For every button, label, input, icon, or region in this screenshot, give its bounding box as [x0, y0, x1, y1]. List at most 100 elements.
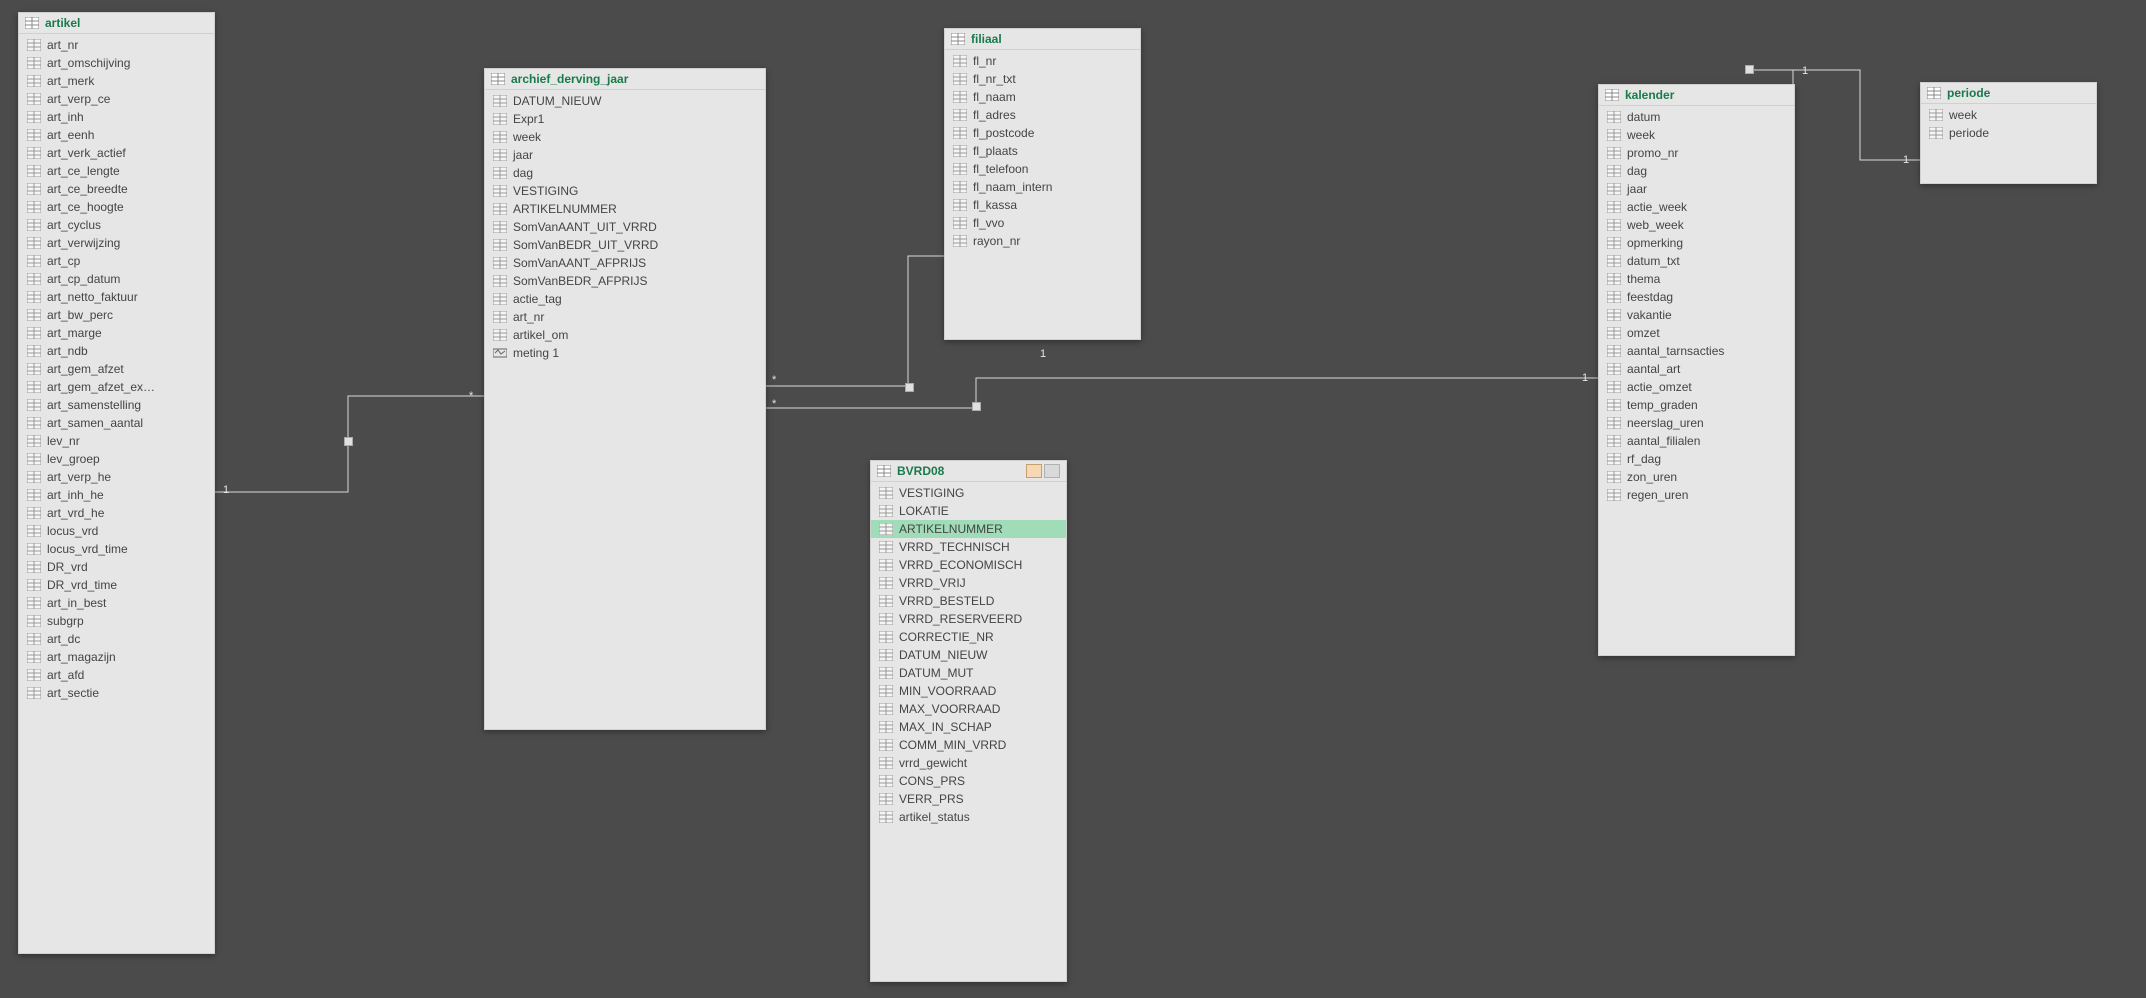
- field-row[interactable]: SomVanAANT_UIT_VRRD: [485, 218, 765, 236]
- relationship-handle[interactable]: [905, 383, 914, 392]
- field-row[interactable]: CORRECTIE_NR: [871, 628, 1066, 646]
- field-row[interactable]: fl_kassa: [945, 196, 1140, 214]
- field-row[interactable]: art_bw_perc: [19, 306, 214, 324]
- field-row[interactable]: SomVanAANT_AFPRIJS: [485, 254, 765, 272]
- relationship-handle[interactable]: [344, 437, 353, 446]
- field-row[interactable]: artikel_status: [871, 808, 1066, 826]
- table-header-bvrd08[interactable]: BVRD08: [871, 461, 1066, 482]
- field-row[interactable]: dag: [1599, 162, 1794, 180]
- field-row[interactable]: subgrp: [19, 612, 214, 630]
- table-header-periode[interactable]: periode: [1921, 83, 2096, 104]
- field-row[interactable]: fl_nr_txt: [945, 70, 1140, 88]
- field-row[interactable]: art_verp_he: [19, 468, 214, 486]
- field-row[interactable]: art_nr: [19, 36, 214, 54]
- field-row[interactable]: art_vrd_he: [19, 504, 214, 522]
- field-row[interactable]: omzet: [1599, 324, 1794, 342]
- field-row[interactable]: DATUM_NIEUW: [871, 646, 1066, 664]
- field-row[interactable]: dag: [485, 164, 765, 182]
- field-row[interactable]: opmerking: [1599, 234, 1794, 252]
- field-row[interactable]: art_gem_afzet_ex…: [19, 378, 214, 396]
- table-kalender[interactable]: kalenderdatumweekpromo_nrdagjaaractie_we…: [1598, 84, 1795, 656]
- table-archief[interactable]: archief_derving_jaarDATUM_NIEUWExpr1week…: [484, 68, 766, 730]
- field-row[interactable]: thema: [1599, 270, 1794, 288]
- field-row[interactable]: art_magazijn: [19, 648, 214, 666]
- field-row[interactable]: art_samenstelling: [19, 396, 214, 414]
- field-row[interactable]: VESTIGING: [485, 182, 765, 200]
- field-row[interactable]: art_marge: [19, 324, 214, 342]
- relationship-handle[interactable]: [972, 402, 981, 411]
- field-row[interactable]: fl_plaats: [945, 142, 1140, 160]
- relationship-handle[interactable]: [1745, 65, 1754, 74]
- table-periode[interactable]: periodeweekperiode: [1920, 82, 2097, 184]
- field-row[interactable]: DR_vrd_time: [19, 576, 214, 594]
- field-row[interactable]: datum_txt: [1599, 252, 1794, 270]
- field-row[interactable]: lev_nr: [19, 432, 214, 450]
- field-row[interactable]: artikel_om: [485, 326, 765, 344]
- field-row[interactable]: art_netto_faktuur: [19, 288, 214, 306]
- field-row[interactable]: fl_vvo: [945, 214, 1140, 232]
- field-row[interactable]: VRRD_TECHNISCH: [871, 538, 1066, 556]
- field-row[interactable]: art_verwijzing: [19, 234, 214, 252]
- field-row[interactable]: Expr1: [485, 110, 765, 128]
- field-row[interactable]: VERR_PRS: [871, 790, 1066, 808]
- table-bvrd08[interactable]: BVRD08VESTIGINGLOKATIEARTIKELNUMMERVRRD_…: [870, 460, 1067, 982]
- field-row[interactable]: art_eenh: [19, 126, 214, 144]
- table-header-kalender[interactable]: kalender: [1599, 85, 1794, 106]
- field-row[interactable]: fl_postcode: [945, 124, 1140, 142]
- field-row[interactable]: neerslag_uren: [1599, 414, 1794, 432]
- field-row[interactable]: art_sectie: [19, 684, 214, 702]
- field-row[interactable]: art_ce_lengte: [19, 162, 214, 180]
- field-row[interactable]: aantal_tarnsacties: [1599, 342, 1794, 360]
- field-row[interactable]: art_inh: [19, 108, 214, 126]
- field-row[interactable]: locus_vrd: [19, 522, 214, 540]
- field-row[interactable]: regen_uren: [1599, 486, 1794, 504]
- field-row[interactable]: rayon_nr: [945, 232, 1140, 250]
- field-row[interactable]: actie_omzet: [1599, 378, 1794, 396]
- field-row[interactable]: art_cp: [19, 252, 214, 270]
- field-row[interactable]: art_omschijving: [19, 54, 214, 72]
- field-row[interactable]: week: [485, 128, 765, 146]
- field-row[interactable]: art_gem_afzet: [19, 360, 214, 378]
- table-option-button[interactable]: [1044, 464, 1060, 478]
- field-row[interactable]: art_in_best: [19, 594, 214, 612]
- field-row[interactable]: vrrd_gewicht: [871, 754, 1066, 772]
- table-header-filiaal[interactable]: filiaal: [945, 29, 1140, 50]
- field-row[interactable]: aantal_art: [1599, 360, 1794, 378]
- field-row[interactable]: periode: [1921, 124, 2096, 142]
- field-row[interactable]: VRRD_RESERVEERD: [871, 610, 1066, 628]
- field-row[interactable]: SomVanBEDR_UIT_VRRD: [485, 236, 765, 254]
- field-row[interactable]: fl_nr: [945, 52, 1140, 70]
- table-field-list[interactable]: fl_nrfl_nr_txtfl_naamfl_adresfl_postcode…: [945, 50, 1140, 339]
- field-row[interactable]: VRRD_ECONOMISCH: [871, 556, 1066, 574]
- field-row[interactable]: fl_telefoon: [945, 160, 1140, 178]
- field-row[interactable]: aantal_filialen: [1599, 432, 1794, 450]
- field-row[interactable]: fl_naam_intern: [945, 178, 1140, 196]
- field-row[interactable]: art_cyclus: [19, 216, 214, 234]
- field-row[interactable]: DATUM_MUT: [871, 664, 1066, 682]
- field-row[interactable]: art_dc: [19, 630, 214, 648]
- field-row[interactable]: art_samen_aantal: [19, 414, 214, 432]
- field-row[interactable]: art_ce_breedte: [19, 180, 214, 198]
- table-filiaal[interactable]: filiaalfl_nrfl_nr_txtfl_naamfl_adresfl_p…: [944, 28, 1141, 340]
- field-row[interactable]: art_ndb: [19, 342, 214, 360]
- field-row[interactable]: art_verp_ce: [19, 90, 214, 108]
- field-row[interactable]: actie_tag: [485, 290, 765, 308]
- field-row[interactable]: art_afd: [19, 666, 214, 684]
- field-row[interactable]: week: [1921, 106, 2096, 124]
- field-row[interactable]: jaar: [485, 146, 765, 164]
- field-row[interactable]: lev_groep: [19, 450, 214, 468]
- field-row[interactable]: feestdag: [1599, 288, 1794, 306]
- diagram-canvas[interactable]: artikelart_nrart_omschijvingart_merkart_…: [0, 0, 2146, 998]
- table-field-list[interactable]: art_nrart_omschijvingart_merkart_verp_ce…: [19, 34, 214, 953]
- field-row[interactable]: art_cp_datum: [19, 270, 214, 288]
- field-row[interactable]: LOKATIE: [871, 502, 1066, 520]
- field-row[interactable]: CONS_PRS: [871, 772, 1066, 790]
- field-row[interactable]: ARTIKELNUMMER: [871, 520, 1066, 538]
- field-row[interactable]: art_nr: [485, 308, 765, 326]
- field-row[interactable]: MAX_IN_SCHAP: [871, 718, 1066, 736]
- field-row[interactable]: actie_week: [1599, 198, 1794, 216]
- field-row[interactable]: jaar: [1599, 180, 1794, 198]
- field-row[interactable]: fl_adres: [945, 106, 1140, 124]
- table-option-button[interactable]: [1026, 464, 1042, 478]
- field-row[interactable]: art_ce_hoogte: [19, 198, 214, 216]
